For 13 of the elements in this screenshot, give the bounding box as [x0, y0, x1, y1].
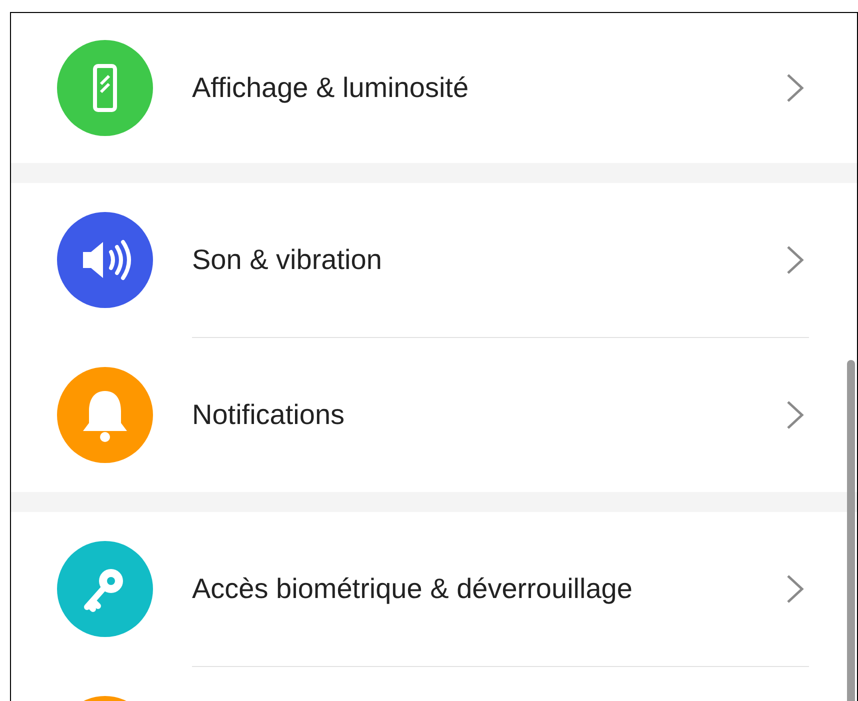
item-label: Accès biométrique & déverrouillage	[192, 573, 634, 605]
settings-item[interactable]: Son & vibration	[11, 183, 857, 337]
item-label: Notifications	[192, 399, 346, 431]
item-label: Affichage & luminosité	[192, 72, 470, 104]
settings-item[interactable]: Accès biométrique & déverrouillage	[11, 512, 857, 666]
chevron-icon	[785, 573, 805, 605]
chevron-icon	[785, 244, 805, 276]
settings-item[interactable]: Affichage & luminosité	[11, 13, 857, 163]
scrollbar[interactable]	[847, 360, 855, 701]
item-label: Son & vibration	[192, 244, 383, 276]
settings-item[interactable]: Notifications	[11, 338, 857, 492]
chevron-icon	[785, 399, 805, 431]
chevron-icon	[785, 72, 805, 104]
